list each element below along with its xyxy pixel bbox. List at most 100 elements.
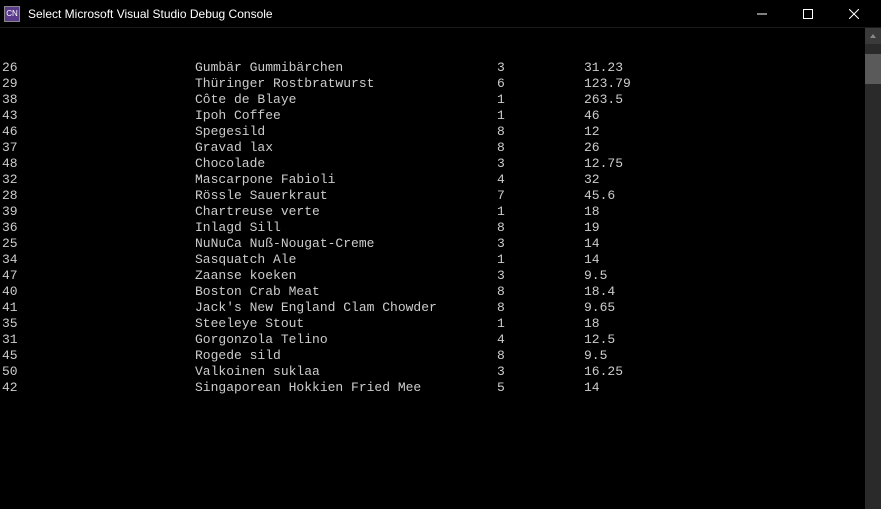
product-id: 47 [0,268,195,284]
product-name: Valkoinen suklaa [195,364,497,380]
product-price: 19 [584,220,865,236]
product-qty: 3 [497,268,584,284]
table-row: 32Mascarpone Fabioli432 [0,172,865,188]
product-price: 18 [584,204,865,220]
product-price: 9.5 [584,348,865,364]
product-name: Jack's New England Clam Chowder [195,300,497,316]
product-name: Gorgonzola Telino [195,332,497,348]
window-title: Select Microsoft Visual Studio Debug Con… [28,7,739,21]
product-id: 36 [0,220,195,236]
product-name: Rössle Sauerkraut [195,188,497,204]
table-row: 29Thüringer Rostbratwurst6123.79 [0,76,865,92]
scroll-up-button[interactable] [865,28,881,44]
table-row: 26Gumbär Gummibärchen331.23 [0,60,865,76]
product-id: 34 [0,252,195,268]
product-qty: 6 [497,76,584,92]
product-qty: 1 [497,92,584,108]
vertical-scrollbar[interactable] [865,28,881,509]
product-qty: 4 [497,172,584,188]
table-row: 28Rössle Sauerkraut745.6 [0,188,865,204]
product-price: 18.4 [584,284,865,300]
product-name: Inlagd Sill [195,220,497,236]
product-price: 263.5 [584,92,865,108]
product-qty: 5 [497,380,584,396]
table-row: 34Sasquatch Ale114 [0,252,865,268]
product-name: Mascarpone Fabioli [195,172,497,188]
product-name: Chocolade [195,156,497,172]
product-qty: 1 [497,316,584,332]
product-name: Ipoh Coffee [195,108,497,124]
product-id: 41 [0,300,195,316]
table-row: 35Steeleye Stout118 [0,316,865,332]
minimize-button[interactable] [739,0,785,28]
product-name: Rogede sild [195,348,497,364]
product-id: 43 [0,108,195,124]
product-name: Chartreuse verte [195,204,497,220]
product-id: 37 [0,140,195,156]
product-qty: 3 [497,364,584,380]
product-price: 14 [584,380,865,396]
table-row: 31Gorgonzola Telino412.5 [0,332,865,348]
product-qty: 8 [497,284,584,300]
table-row: 43Ipoh Coffee146 [0,108,865,124]
app-icon: CN [4,6,20,22]
table-row: 48Chocolade312.75 [0,156,865,172]
product-name: NuNuCa Nuß-Nougat-Creme [195,236,497,252]
product-id: 31 [0,332,195,348]
product-qty: 1 [497,252,584,268]
close-button[interactable] [831,0,877,28]
product-id: 42 [0,380,195,396]
table-row: 45Rogede sild89.5 [0,348,865,364]
product-price: 32 [584,172,865,188]
product-name: Boston Crab Meat [195,284,497,300]
product-id: 40 [0,284,195,300]
table-row: 39Chartreuse verte118 [0,204,865,220]
console-area: 26Gumbär Gummibärchen331.2329Thüringer R… [0,28,881,509]
product-id: 32 [0,172,195,188]
table-row: 36Inlagd Sill819 [0,220,865,236]
product-qty: 8 [497,140,584,156]
product-price: 16.25 [584,364,865,380]
table-row: 40Boston Crab Meat818.4 [0,284,865,300]
table-row: 25NuNuCa Nuß-Nougat-Creme314 [0,236,865,252]
product-name: Gravad lax [195,140,497,156]
product-qty: 8 [497,220,584,236]
product-qty: 3 [497,156,584,172]
title-bar: CN Select Microsoft Visual Studio Debug … [0,0,881,28]
product-price: 12.5 [584,332,865,348]
table-row: 42Singaporean Hokkien Fried Mee514 [0,380,865,396]
maximize-button[interactable] [785,0,831,28]
table-row: 47Zaanse koeken39.5 [0,268,865,284]
table-row: 50Valkoinen suklaa316.25 [0,364,865,380]
product-id: 26 [0,60,195,76]
product-qty: 7 [497,188,584,204]
scroll-thumb[interactable] [865,54,881,84]
product-name: Thüringer Rostbratwurst [195,76,497,92]
product-price: 12 [584,124,865,140]
product-qty: 4 [497,332,584,348]
product-qty: 3 [497,60,584,76]
product-qty: 1 [497,204,584,220]
product-name: Steeleye Stout [195,316,497,332]
product-price: 9.5 [584,268,865,284]
product-price: 31.23 [584,60,865,76]
product-qty: 1 [497,108,584,124]
product-id: 46 [0,124,195,140]
product-name: Singaporean Hokkien Fried Mee [195,380,497,396]
product-name: Zaanse koeken [195,268,497,284]
product-qty: 8 [497,348,584,364]
product-price: 12.75 [584,156,865,172]
table-row: 41Jack's New England Clam Chowder89.65 [0,300,865,316]
product-id: 50 [0,364,195,380]
console-output[interactable]: 26Gumbär Gummibärchen331.2329Thüringer R… [0,28,865,509]
product-price: 9.65 [584,300,865,316]
product-price: 18 [584,316,865,332]
table-row: 46Spegesild812 [0,124,865,140]
product-id: 35 [0,316,195,332]
product-name: Côte de Blaye [195,92,497,108]
product-price: 123.79 [584,76,865,92]
table-row: 38Côte de Blaye1263.5 [0,92,865,108]
window-controls [739,0,877,28]
product-id: 39 [0,204,195,220]
product-price: 14 [584,252,865,268]
